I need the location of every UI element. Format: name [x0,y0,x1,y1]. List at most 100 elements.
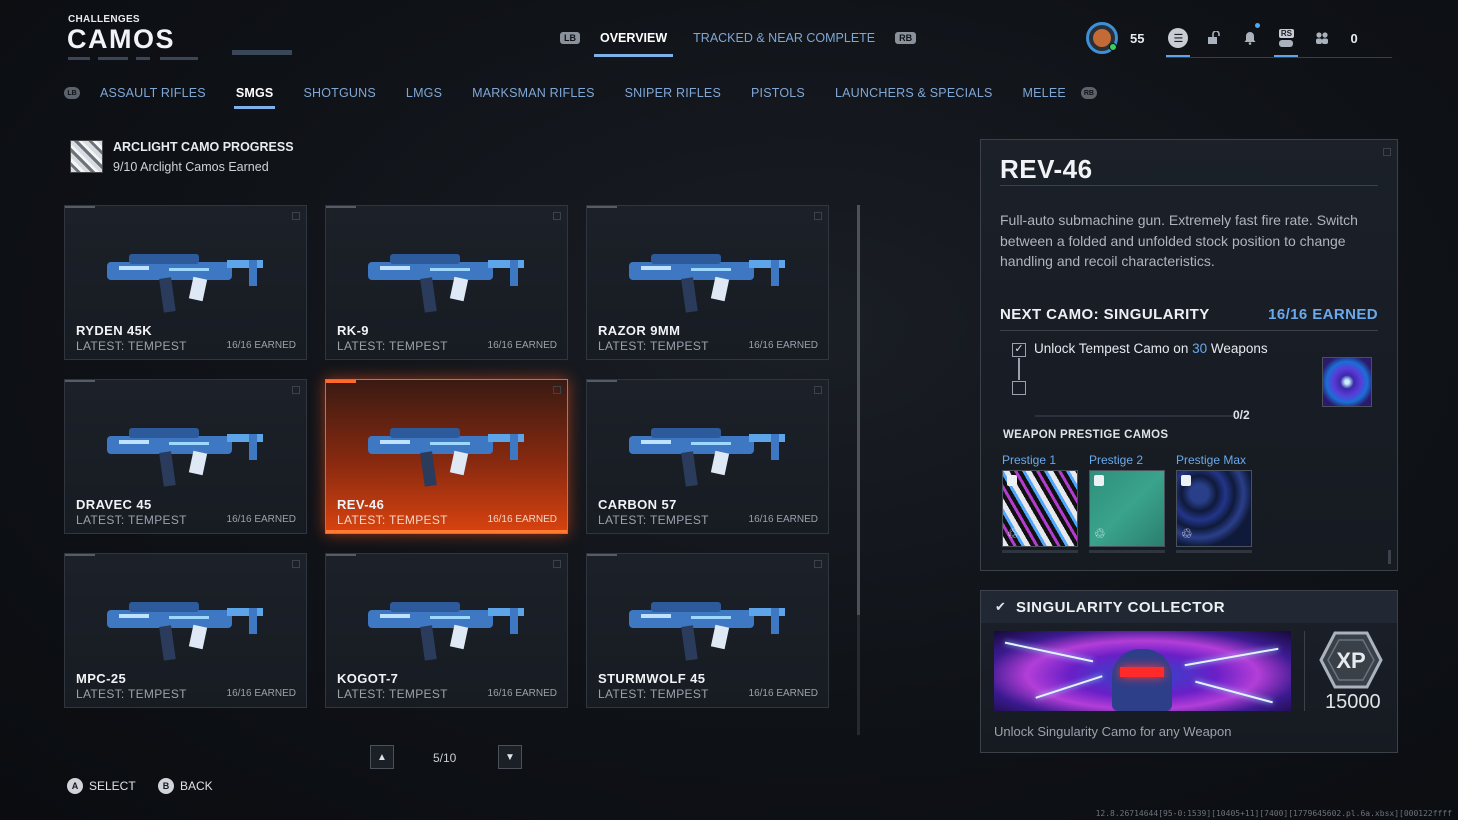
tab-tracked-near-complete[interactable]: TRACKED & NEAR COMPLETE [687,28,881,48]
tab-melee[interactable]: MELEE [1023,86,1066,100]
weapon-card-dravec-45[interactable]: DRAVEC 45 LATEST: TEMPEST 16/16 EARNED [64,379,307,534]
requirement-text: Unlock Tempest Camo on 30 Weapons [1034,341,1268,356]
weapon-image-part [691,442,731,445]
weapon-card-mpc-25[interactable]: MPC-25 LATEST: TEMPEST 16/16 EARNED [64,553,307,708]
requirement-checkbox-checked: ✓ [1012,343,1026,357]
weapon-name: RK-9 [337,323,369,338]
weapon-image-part [188,450,208,476]
grid-scrollbar-thumb[interactable] [857,205,860,615]
player-level: 55 [1130,30,1145,46]
tab-smgs[interactable]: SMGS [233,86,276,109]
weapon-card-rev-46[interactable]: REV-46 LATEST: TEMPEST 16/16 EARNED [325,379,568,534]
weapon-image-part [510,260,518,286]
weapon-image-part [681,625,698,661]
xp-reward: 15000 [1325,691,1381,713]
tab-marksman-rifles[interactable]: MARKSMAN RIFLES [472,86,594,100]
lock-icon [1094,475,1104,486]
status-divider [1166,57,1392,58]
title-divider [136,57,150,60]
weapon-image-part [749,434,785,442]
prestige-2-camo[interactable]: ♲ [1089,470,1165,547]
weapon-latest-camo: LATEST: TEMPEST [337,339,448,353]
menu-icon[interactable]: ☰ [1164,20,1192,58]
unlock-icon[interactable] [1200,20,1228,56]
weapon-image-part [169,616,209,619]
menu-lines-icon: ☰ [1168,28,1189,48]
status-bar: 55 ☰ RS 0 [1086,20,1358,58]
weapon-latest-camo: LATEST: TEMPEST [76,687,187,701]
weapon-name: RAZOR 9MM [598,323,681,338]
weapon-image-part [651,602,721,612]
page-title: CAMOS [67,24,175,54]
tab-overview[interactable]: OVERVIEW [594,28,674,57]
requirement-progress: 0/2 [1233,408,1250,422]
weapon-card-ryden-45k[interactable]: RYDEN 45K LATEST: TEMPEST 16/16 EARNED [64,205,307,360]
weapon-latest-camo: LATEST: TEMPEST [598,339,709,353]
card-corner-icon [292,386,300,394]
weapon-image-part [159,625,176,661]
weapon-card-kogot-7[interactable]: KOGOT-7 LATEST: TEMPEST 16/16 EARNED [325,553,568,708]
prestige-max-progress [1176,550,1252,553]
weapon-image-part [420,625,437,661]
card-corner-icon [553,386,561,394]
weapon-name: STURMWOLF 45 [598,671,706,686]
rb-bumper-icon[interactable]: RB [895,32,917,44]
weapon-image-part [390,428,460,438]
bell-icon [1244,32,1256,45]
weapon-card-razor-9mm[interactable]: RAZOR 9MM LATEST: TEMPEST 16/16 EARNED [586,205,829,360]
weapon-image-part [390,254,460,264]
rb-bumper-icon[interactable]: RB [1080,87,1097,99]
weapon-card-carbon-57[interactable]: CARBON 57 LATEST: TEMPEST 16/16 EARNED [586,379,829,534]
tab-assault-rifles[interactable]: ASSAULT RIFLES [100,86,206,100]
weapon-image-part [119,614,149,618]
lb-bumper-icon[interactable]: LB [64,87,80,99]
weapon-image-part [449,450,469,476]
notification-dot [1255,23,1261,28]
lb-bumper-icon[interactable]: LB [560,32,580,44]
weapon-image [629,602,785,661]
weapon-image-part [641,440,671,444]
lock-icon [1007,475,1017,486]
weapon-image-part [188,276,208,302]
prestige-camos-title: WEAPON PRESTIGE CAMOS [1003,429,1169,441]
arclight-progress-title: ARCLIGHT CAMO PROGRESS [113,140,294,154]
a-button-icon: A [67,778,83,794]
weapon-earned-count: 16/16 EARNED [748,688,818,699]
prestige-max-camo[interactable]: ♲ [1176,470,1252,547]
weapon-name: DRAVEC 45 [76,497,152,512]
weapon-card-sturmwolf-45[interactable]: STURMWOLF 45 LATEST: TEMPEST 16/16 EARNE… [586,553,829,708]
weapon-image-part [510,434,518,460]
weapon-image-part [129,602,199,612]
weapon-image-part [691,268,731,271]
party-icon[interactable] [1308,20,1336,56]
prestige-1-camo[interactable]: ♲ [1002,470,1078,547]
lightning-bolt [1035,675,1103,699]
tab-sniper-rifles[interactable]: SNIPER RIFLES [625,86,721,100]
weapon-image [107,602,263,661]
weapon-image-part [749,260,785,268]
weapon-latest-camo: LATEST: TEMPEST [598,687,709,701]
weapon-image [107,254,263,313]
page-up-button[interactable]: ▲ [370,745,394,769]
back-hint[interactable]: B BACK [158,778,213,794]
page-down-button[interactable]: ▼ [498,745,522,769]
requirement-count: 30 [1192,341,1208,356]
weapon-earned-count: 16/16 EARNED [487,688,557,699]
controller-icon[interactable]: RS [1272,20,1300,58]
tab-launchers-specials[interactable]: LAUNCHERS & SPECIALS [835,86,993,100]
details-divider [1000,330,1378,331]
collector-title: SINGULARITY COLLECTOR [1016,599,1226,616]
requirement-prefix: Unlock Tempest Camo on [1034,341,1193,356]
chevron-up-icon: ▲ [377,751,387,763]
weapon-card-rk-9[interactable]: RK-9 LATEST: TEMPEST 16/16 EARNED [325,205,568,360]
panel-scroll-indicator[interactable] [1388,550,1391,564]
weapon-image [368,428,524,487]
prestige-2-label: Prestige 2 [1089,453,1144,467]
tab-pistols[interactable]: PISTOLS [751,86,805,100]
weapon-earned-count: 16/16 EARNED [226,340,296,351]
select-hint[interactable]: A SELECT [67,778,136,794]
tab-shotguns[interactable]: SHOTGUNS [303,86,375,100]
notification-icon[interactable] [1236,20,1264,56]
tab-lmgs[interactable]: LMGS [406,86,442,100]
player-level-icon[interactable] [1086,22,1118,54]
